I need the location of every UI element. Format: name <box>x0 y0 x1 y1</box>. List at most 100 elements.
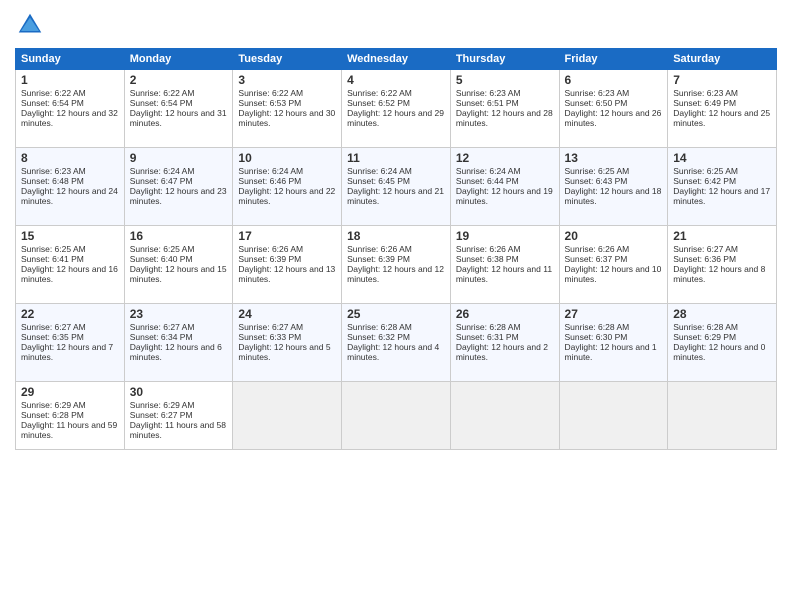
calendar-cell: 13Sunrise: 6:25 AMSunset: 6:43 PMDayligh… <box>559 148 668 226</box>
col-monday: Monday <box>124 49 233 70</box>
header <box>15 10 777 40</box>
sunset: Sunset: 6:51 PM <box>456 98 519 108</box>
daylight-label: Daylight: 12 hours and 22 minutes. <box>238 186 335 206</box>
daylight-label: Daylight: 12 hours and 7 minutes. <box>21 342 113 362</box>
daylight-label: Daylight: 12 hours and 28 minutes. <box>456 108 553 128</box>
day-number: 28 <box>673 307 771 321</box>
day-number: 6 <box>565 73 663 87</box>
sunset: Sunset: 6:30 PM <box>565 332 628 342</box>
calendar-cell: 30Sunrise: 6:29 AMSunset: 6:27 PMDayligh… <box>124 382 233 450</box>
calendar-cell: 11Sunrise: 6:24 AMSunset: 6:45 PMDayligh… <box>342 148 451 226</box>
day-number: 27 <box>565 307 663 321</box>
day-number: 14 <box>673 151 771 165</box>
sunset: Sunset: 6:27 PM <box>130 410 193 420</box>
calendar-cell: 16Sunrise: 6:25 AMSunset: 6:40 PMDayligh… <box>124 226 233 304</box>
calendar-cell: 26Sunrise: 6:28 AMSunset: 6:31 PMDayligh… <box>450 304 559 382</box>
col-friday: Friday <box>559 49 668 70</box>
calendar-cell <box>668 382 777 450</box>
sunrise: Sunrise: 6:23 AM <box>673 88 738 98</box>
sunrise: Sunrise: 6:23 AM <box>565 88 630 98</box>
daylight-label: Daylight: 12 hours and 6 minutes. <box>130 342 222 362</box>
calendar-cell: 27Sunrise: 6:28 AMSunset: 6:30 PMDayligh… <box>559 304 668 382</box>
daylight-label: Daylight: 12 hours and 12 minutes. <box>347 264 444 284</box>
sunrise: Sunrise: 6:25 AM <box>673 166 738 176</box>
daylight-label: Daylight: 12 hours and 1 minute. <box>565 342 657 362</box>
daylight-label: Daylight: 12 hours and 5 minutes. <box>238 342 330 362</box>
daylight-label: Daylight: 12 hours and 25 minutes. <box>673 108 770 128</box>
sunset: Sunset: 6:29 PM <box>673 332 736 342</box>
sunset: Sunset: 6:42 PM <box>673 176 736 186</box>
page: Sunday Monday Tuesday Wednesday Thursday… <box>0 0 792 612</box>
sunrise: Sunrise: 6:22 AM <box>238 88 303 98</box>
calendar-cell: 17Sunrise: 6:26 AMSunset: 6:39 PMDayligh… <box>233 226 342 304</box>
day-number: 22 <box>21 307 119 321</box>
calendar-cell: 20Sunrise: 6:26 AMSunset: 6:37 PMDayligh… <box>559 226 668 304</box>
day-number: 20 <box>565 229 663 243</box>
day-number: 30 <box>130 385 228 399</box>
calendar-cell: 29Sunrise: 6:29 AMSunset: 6:28 PMDayligh… <box>16 382 125 450</box>
sunrise: Sunrise: 6:24 AM <box>456 166 521 176</box>
day-number: 21 <box>673 229 771 243</box>
day-number: 12 <box>456 151 554 165</box>
day-number: 10 <box>238 151 336 165</box>
day-number: 8 <box>21 151 119 165</box>
calendar-cell: 9Sunrise: 6:24 AMSunset: 6:47 PMDaylight… <box>124 148 233 226</box>
sunrise: Sunrise: 6:26 AM <box>456 244 521 254</box>
day-number: 1 <box>21 73 119 87</box>
day-number: 7 <box>673 73 771 87</box>
calendar-cell: 22Sunrise: 6:27 AMSunset: 6:35 PMDayligh… <box>16 304 125 382</box>
calendar-cell: 15Sunrise: 6:25 AMSunset: 6:41 PMDayligh… <box>16 226 125 304</box>
daylight-label: Daylight: 12 hours and 31 minutes. <box>130 108 227 128</box>
daylight-label: Daylight: 12 hours and 30 minutes. <box>238 108 335 128</box>
calendar-cell: 1Sunrise: 6:22 AMSunset: 6:54 PMDaylight… <box>16 70 125 148</box>
sunset: Sunset: 6:54 PM <box>130 98 193 108</box>
sunrise: Sunrise: 6:27 AM <box>21 322 86 332</box>
calendar-cell: 28Sunrise: 6:28 AMSunset: 6:29 PMDayligh… <box>668 304 777 382</box>
daylight-label: Daylight: 12 hours and 26 minutes. <box>565 108 662 128</box>
daylight-label: Daylight: 12 hours and 23 minutes. <box>130 186 227 206</box>
sunset: Sunset: 6:37 PM <box>565 254 628 264</box>
calendar-table: Sunday Monday Tuesday Wednesday Thursday… <box>15 48 777 450</box>
day-number: 25 <box>347 307 445 321</box>
sunset: Sunset: 6:38 PM <box>456 254 519 264</box>
calendar-cell: 18Sunrise: 6:26 AMSunset: 6:39 PMDayligh… <box>342 226 451 304</box>
sunset: Sunset: 6:44 PM <box>456 176 519 186</box>
daylight-label: Daylight: 12 hours and 0 minutes. <box>673 342 765 362</box>
sunrise: Sunrise: 6:28 AM <box>456 322 521 332</box>
sunrise: Sunrise: 6:27 AM <box>238 322 303 332</box>
sunset: Sunset: 6:39 PM <box>238 254 301 264</box>
day-number: 18 <box>347 229 445 243</box>
calendar-cell: 8Sunrise: 6:23 AMSunset: 6:48 PMDaylight… <box>16 148 125 226</box>
calendar-cell: 23Sunrise: 6:27 AMSunset: 6:34 PMDayligh… <box>124 304 233 382</box>
daylight-label: Daylight: 12 hours and 16 minutes. <box>21 264 118 284</box>
sunrise: Sunrise: 6:22 AM <box>130 88 195 98</box>
calendar-cell: 5Sunrise: 6:23 AMSunset: 6:51 PMDaylight… <box>450 70 559 148</box>
sunrise: Sunrise: 6:25 AM <box>565 166 630 176</box>
day-number: 15 <box>21 229 119 243</box>
sunrise: Sunrise: 6:28 AM <box>347 322 412 332</box>
daylight-label: Daylight: 12 hours and 8 minutes. <box>673 264 765 284</box>
day-number: 29 <box>21 385 119 399</box>
col-saturday: Saturday <box>668 49 777 70</box>
sunrise: Sunrise: 6:23 AM <box>456 88 521 98</box>
calendar-cell: 19Sunrise: 6:26 AMSunset: 6:38 PMDayligh… <box>450 226 559 304</box>
day-number: 26 <box>456 307 554 321</box>
calendar-cell: 4Sunrise: 6:22 AMSunset: 6:52 PMDaylight… <box>342 70 451 148</box>
col-thursday: Thursday <box>450 49 559 70</box>
sunrise: Sunrise: 6:27 AM <box>673 244 738 254</box>
sunrise: Sunrise: 6:27 AM <box>130 322 195 332</box>
sunrise: Sunrise: 6:25 AM <box>21 244 86 254</box>
sunset: Sunset: 6:46 PM <box>238 176 301 186</box>
sunset: Sunset: 6:45 PM <box>347 176 410 186</box>
daylight-label: Daylight: 12 hours and 24 minutes. <box>21 186 118 206</box>
sunset: Sunset: 6:47 PM <box>130 176 193 186</box>
calendar-cell: 12Sunrise: 6:24 AMSunset: 6:44 PMDayligh… <box>450 148 559 226</box>
calendar-cell <box>450 382 559 450</box>
sunset: Sunset: 6:33 PM <box>238 332 301 342</box>
calendar-cell: 7Sunrise: 6:23 AMSunset: 6:49 PMDaylight… <box>668 70 777 148</box>
logo-icon <box>15 10 45 40</box>
sunrise: Sunrise: 6:28 AM <box>565 322 630 332</box>
calendar-cell <box>559 382 668 450</box>
daylight-label: Daylight: 11 hours and 58 minutes. <box>130 420 226 440</box>
sunset: Sunset: 6:52 PM <box>347 98 410 108</box>
